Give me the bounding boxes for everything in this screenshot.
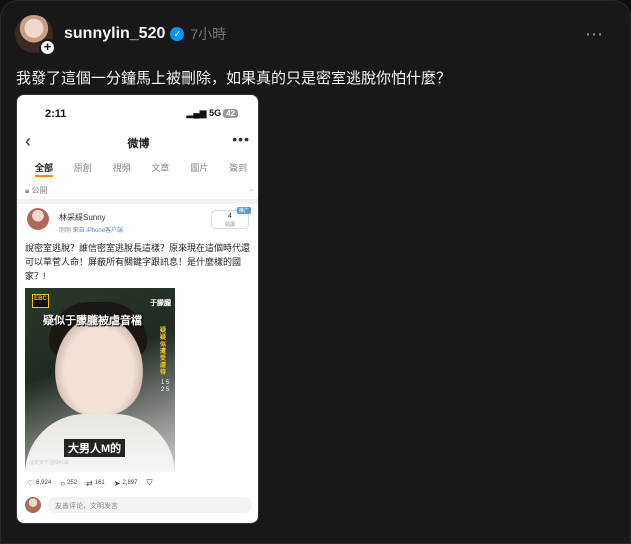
read-label: 閱讀 (224, 222, 235, 228)
embedded-screenshot[interactable]: 2:11 ▂▄▆ 5G 42 ‹ 微博 ••• 全部 原創 視頻 文章 圖片 簽到… (16, 94, 259, 524)
post-time[interactable]: 7小時 (190, 24, 226, 44)
chevron-down-icon: ⌄ (248, 184, 255, 193)
read-count-box: 4 閱讀 推广 (211, 207, 251, 229)
more-icon: ••• (232, 131, 250, 147)
bookmark-icon: ⛉ (146, 478, 153, 487)
photo-headline: 疑似于朦朧被虐音檔 (43, 315, 142, 327)
tab-article: 文章 (151, 163, 170, 173)
photo-vertical-text: 疑疑似遭受虐待 (160, 328, 167, 376)
photo-caption: 大男人M的 (64, 439, 126, 457)
tab-checkin: 簽到 (228, 163, 247, 173)
weibo-nav: ‹ 微博 ••• (17, 131, 258, 153)
avatar[interactable]: + (15, 15, 56, 56)
author-avatar (27, 208, 49, 230)
phone-status-bar: 2:11 ▂▄▆ 5G 42 (17, 95, 258, 131)
tab-images: 圖片 (190, 163, 209, 173)
share-icon: ➤ (113, 478, 121, 488)
visibility-row: 🔒︎ 公開 ⌄ (25, 184, 255, 196)
weibo-body-text: 說密室逃脫？誰信密室逃脫長這樣？原來現在這個時代還可以草菅人命！屏蔽所有關鍵字跟… (25, 243, 251, 281)
post-age: 剛剛 (59, 228, 72, 234)
tab-video: 視頻 (112, 163, 131, 173)
tab-original: 原創 (73, 163, 92, 173)
username[interactable]: sunnylin_520 (64, 25, 165, 43)
weibo-tabs: 全部 原創 視頻 文章 圖片 簽到 (35, 161, 247, 177)
weibo-action-bar: ♡ 6,924 ○ 252 ⇄ 161 ➤ 2,897 ⛉ (27, 477, 177, 489)
battery-icon: 42 (223, 109, 238, 118)
lock-icon: 🔒︎ (25, 186, 30, 195)
photo-face (55, 316, 143, 416)
comment-count: 252 (67, 480, 78, 486)
repost-icon: ⇄ (86, 478, 93, 488)
news-photo: EBC 于朦朧 疑似于朦朧被虐音檔 疑疑似遭受虐待 1 5 2 5 大男人M的 … (25, 288, 175, 472)
author-meta: 剛剛 來自 iPhone客户端 (59, 225, 123, 234)
promo-tag: 推广 (236, 207, 251, 214)
comment-icon: ○ (60, 478, 66, 488)
heart-icon: ♡ (27, 478, 35, 488)
like-count: 6,924 (36, 480, 52, 486)
photo-watermark: @天天不說MAGE (29, 460, 69, 466)
comment-input: 友善评论，文明发言 (47, 497, 252, 513)
news-logo: EBC (32, 294, 49, 308)
status-signal: ▂▄▆ 5G 42 (186, 108, 238, 119)
share-count: 2,897 (122, 480, 138, 486)
verified-badge-icon: ✓ (170, 27, 185, 41)
post-text: 我發了這個一分鐘馬上被刪除，如果真的只是密室逃脫你怕什麼？ (16, 70, 452, 87)
photo-name-label: 于朦朧 (150, 300, 171, 307)
more-options-icon[interactable]: ⋯ (585, 24, 604, 45)
photo-vertical-number: 1 5 2 5 (161, 380, 170, 393)
author-name: 林采緹Sunny (59, 213, 106, 222)
tab-all: 全部 (35, 161, 54, 177)
follow-plus-icon[interactable]: + (39, 39, 56, 56)
repost-count: 161 (94, 480, 105, 486)
commenter-avatar (25, 497, 41, 513)
post-header: + sunnylin_520 ✓ 7小時 ⋯ (15, 14, 616, 56)
thread-post-card: + sunnylin_520 ✓ 7小時 ⋯ 我發了這個一分鐘馬上被刪除，如果真… (0, 0, 631, 544)
comment-row: 友善评论，文明发言 (25, 496, 252, 514)
post-source: 來自 iPhone客户端 (72, 228, 124, 234)
weibo-title: 微博 (127, 138, 150, 150)
status-time: 2:11 (45, 108, 67, 120)
network-type: 5G (209, 108, 222, 118)
visibility-label: 公開 (31, 186, 48, 195)
divider (17, 199, 258, 204)
